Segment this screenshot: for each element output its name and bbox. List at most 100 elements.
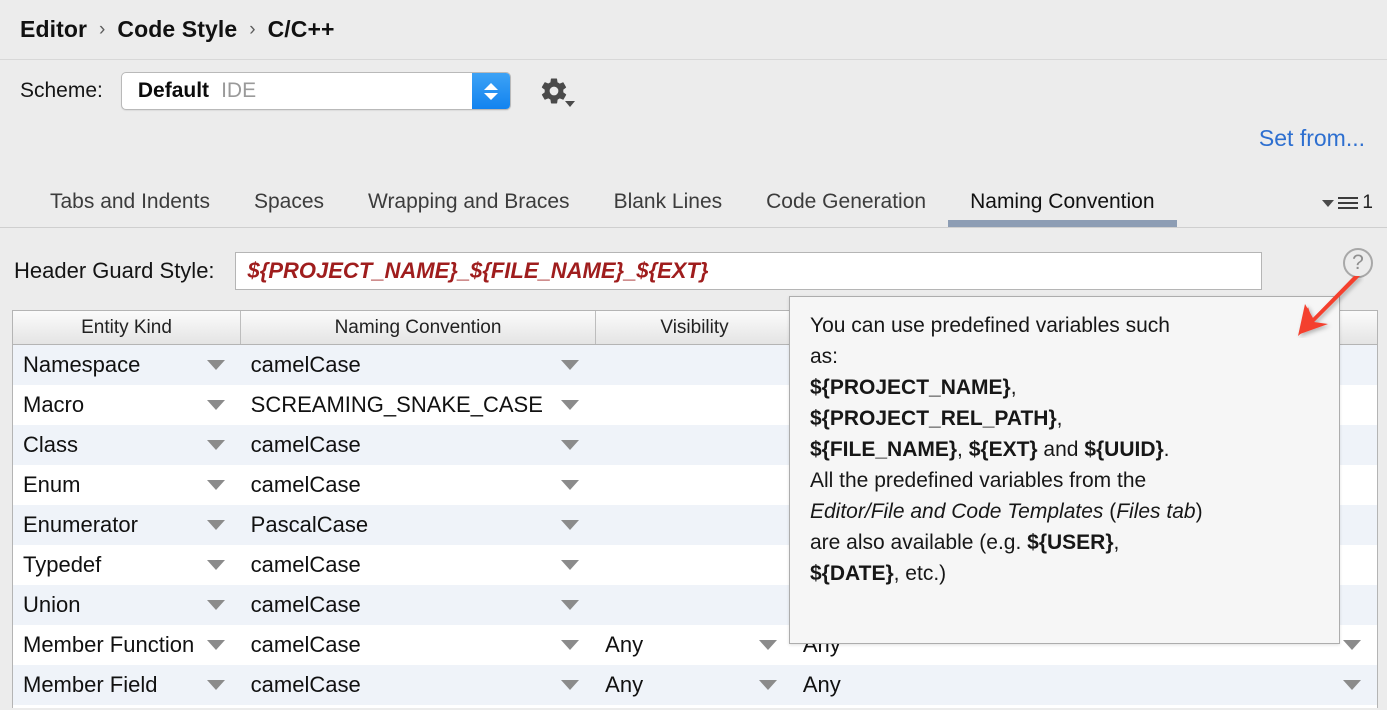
chevron-down-icon[interactable] xyxy=(1343,680,1361,690)
tab-spaces[interactable]: Spaces xyxy=(232,178,346,227)
help-question-icon[interactable]: ? xyxy=(1343,248,1373,278)
breadcrumb-separator-icon: › xyxy=(99,19,105,41)
cell-naming-convention[interactable]: camelCase xyxy=(241,665,595,705)
chevron-down-icon[interactable] xyxy=(207,480,225,490)
chevron-down-icon[interactable] xyxy=(207,360,225,370)
tooltip-comma: , xyxy=(1011,376,1017,399)
cell-visibility[interactable] xyxy=(595,465,793,505)
breadcrumb-item-editor[interactable]: Editor xyxy=(20,16,87,43)
scheme-combobox[interactable]: Default IDE xyxy=(121,72,511,110)
tooltip-paren-open: ( xyxy=(1103,500,1116,523)
cell-entity-kind[interactable]: Class xyxy=(13,425,241,465)
chevron-down-icon[interactable] xyxy=(759,680,777,690)
chevron-down-icon[interactable] xyxy=(561,600,579,610)
tooltip-italic-editor-templates: Editor/File and Code Templates xyxy=(810,500,1103,523)
cell-naming-convention[interactable]: SCREAMING_SNAKE_CASE xyxy=(241,385,595,425)
column-header-naming-convention[interactable]: Naming Convention xyxy=(241,311,596,344)
cell-naming-convention[interactable]: camelCase xyxy=(241,545,595,585)
stepper-up-down-icon[interactable] xyxy=(472,73,510,109)
cell-text: camelCase xyxy=(251,472,361,498)
tab-tabs-and-indents[interactable]: Tabs and Indents xyxy=(28,178,232,227)
chevron-down-icon[interactable] xyxy=(759,640,777,650)
cell-entity-kind[interactable]: Enumerator xyxy=(13,505,241,545)
chevron-down-icon[interactable] xyxy=(561,640,579,650)
cell-naming-convention[interactable]: camelCase xyxy=(241,345,595,385)
cell-visibility[interactable] xyxy=(595,585,793,625)
cell-naming-convention[interactable]: camelCase xyxy=(241,585,595,625)
cell-entity-kind[interactable]: Typedef xyxy=(13,545,241,585)
header-guard-row: Header Guard Style: ${PROJECT_NAME}_${FI… xyxy=(0,248,1387,294)
cell-naming-convention[interactable]: camelCase xyxy=(241,465,595,505)
cell-naming-convention[interactable]: camelCase xyxy=(241,425,595,465)
cell-entity-kind[interactable]: Macro xyxy=(13,385,241,425)
tab-code-generation[interactable]: Code Generation xyxy=(744,178,948,227)
cell-visibility[interactable] xyxy=(595,545,793,585)
tooltip-line-4: are also available (e.g. xyxy=(810,531,1027,554)
cell-text: Macro xyxy=(23,392,84,418)
cell-visibility[interactable] xyxy=(595,345,793,385)
cell-entity-kind[interactable]: Union xyxy=(13,585,241,625)
chevron-down-icon[interactable] xyxy=(207,520,225,530)
chevron-down-icon[interactable] xyxy=(561,400,579,410)
table-row[interactable]: Member FieldcamelCase Any Any xyxy=(13,665,1377,705)
cell-entity-kind[interactable]: Member Function xyxy=(13,625,241,665)
cell-extra[interactable]: Any xyxy=(793,665,1377,705)
cell-visibility[interactable] xyxy=(595,505,793,545)
chevron-down-icon[interactable] xyxy=(561,520,579,530)
tooltip-var-ext: ${EXT} xyxy=(969,438,1038,461)
cell-visibility[interactable]: Any xyxy=(595,625,793,665)
chevron-down-icon xyxy=(484,93,498,100)
gear-settings-button[interactable] xyxy=(537,74,571,108)
hamburger-menu-icon xyxy=(1338,197,1358,209)
cell-text: Namespace xyxy=(23,352,140,378)
chevron-down-icon[interactable] xyxy=(561,680,579,690)
breadcrumb-separator-icon: › xyxy=(249,19,255,41)
tab-bar: Tabs and Indents Spaces Wrapping and Bra… xyxy=(0,178,1387,228)
tooltip-period: . xyxy=(1164,438,1170,461)
chevron-down-icon[interactable] xyxy=(561,440,579,450)
chevron-down-icon[interactable] xyxy=(561,360,579,370)
breadcrumb-item-c-cpp[interactable]: C/C++ xyxy=(268,16,335,43)
cell-naming-convention[interactable]: camelCase xyxy=(241,625,595,665)
cell-text: Union xyxy=(23,592,80,618)
tooltip-comma: , xyxy=(1057,407,1063,430)
cell-text: camelCase xyxy=(251,352,361,378)
cell-text: SCREAMING_SNAKE_CASE xyxy=(251,392,543,418)
cell-visibility[interactable] xyxy=(595,425,793,465)
tooltip-italic-files-tab: Files tab xyxy=(1116,500,1195,523)
cell-visibility[interactable]: Any xyxy=(595,665,793,705)
chevron-down-icon xyxy=(565,101,575,107)
cell-entity-kind[interactable]: Namespace xyxy=(13,345,241,385)
cell-visibility[interactable] xyxy=(595,385,793,425)
chevron-down-icon[interactable] xyxy=(207,440,225,450)
column-header-entity-kind[interactable]: Entity Kind xyxy=(13,311,241,344)
chevron-down-icon[interactable] xyxy=(207,400,225,410)
column-header-visibility[interactable]: Visibility xyxy=(596,311,794,344)
tooltip-line-1: You can use predefined variables such xyxy=(810,314,1170,337)
cell-entity-kind[interactable]: Member Field xyxy=(13,665,241,705)
breadcrumb-item-code-style[interactable]: Code Style xyxy=(117,16,237,43)
tooltip-line-2: as: xyxy=(810,345,838,368)
cell-text: Class xyxy=(23,432,78,458)
cell-text: Any xyxy=(605,672,643,698)
header-guard-input[interactable]: ${PROJECT_NAME}_${FILE_NAME}_${EXT} xyxy=(235,252,1262,290)
chevron-down-icon[interactable] xyxy=(1343,640,1361,650)
chevron-down-icon[interactable] xyxy=(207,680,225,690)
cell-naming-convention[interactable]: PascalCase xyxy=(241,505,595,545)
chevron-down-icon xyxy=(1322,200,1334,207)
header-guard-label: Header Guard Style: xyxy=(14,258,215,284)
chevron-down-icon[interactable] xyxy=(207,560,225,570)
tab-blank-lines[interactable]: Blank Lines xyxy=(592,178,745,227)
tab-naming-convention[interactable]: Naming Convention xyxy=(948,178,1176,227)
chevron-down-icon[interactable] xyxy=(207,640,225,650)
tooltip-paren-close: ) xyxy=(1196,500,1203,523)
tooltip-var-user: ${USER} xyxy=(1027,531,1113,554)
chevron-down-icon[interactable] xyxy=(561,560,579,570)
tab-wrapping-and-braces[interactable]: Wrapping and Braces xyxy=(346,178,592,227)
tab-overflow-control[interactable]: 1 xyxy=(1322,192,1373,214)
cell-entity-kind[interactable]: Enum xyxy=(13,465,241,505)
set-from-link[interactable]: Set from... xyxy=(1259,125,1365,152)
chevron-down-icon[interactable] xyxy=(207,600,225,610)
chevron-down-icon[interactable] xyxy=(561,480,579,490)
tooltip-comma: , xyxy=(1114,531,1120,554)
